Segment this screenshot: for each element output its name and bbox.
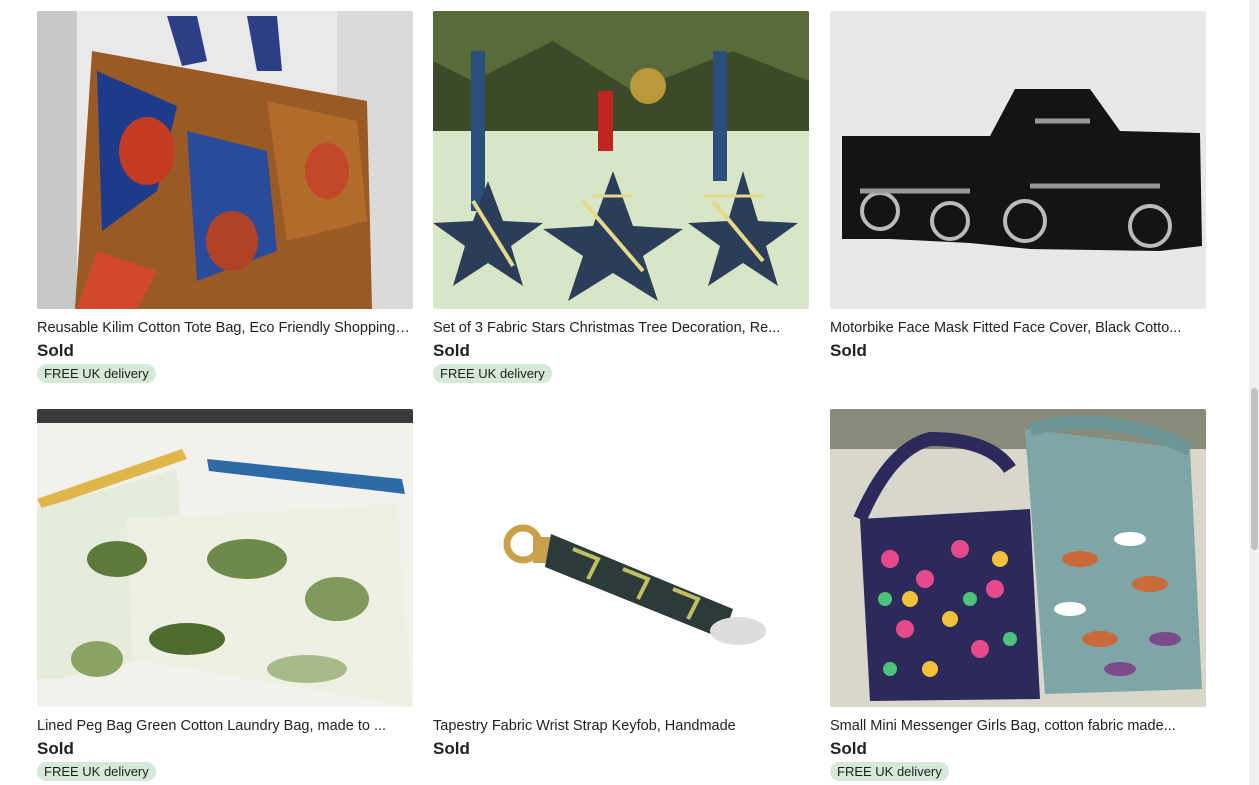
messenger-bag-photo	[830, 409, 1206, 707]
kilim-tote-bag-image[interactable]	[37, 11, 413, 309]
scrollbar-thumb[interactable]	[1251, 388, 1258, 550]
kilim-tote-bag-photo	[37, 11, 413, 309]
listing-title[interactable]: Lined Peg Bag Green Cotton Laundry Bag, …	[37, 717, 413, 735]
listing-title[interactable]: Tapestry Fabric Wrist Strap Keyfob, Hand…	[433, 717, 809, 735]
listing-price: Sold	[433, 341, 470, 360]
keyfob-photo	[433, 409, 809, 707]
peg-bag-photo	[37, 409, 413, 707]
listing-title[interactable]: Set of 3 Fabric Stars Christmas Tree Dec…	[433, 319, 809, 337]
free-delivery-badge: FREE UK delivery	[37, 364, 156, 383]
fabric-stars-image[interactable]	[433, 11, 809, 309]
peg-bag-image[interactable]	[37, 409, 413, 707]
fabric-stars-photo	[433, 11, 809, 309]
messenger-bag-image[interactable]	[830, 409, 1206, 707]
motorbike-mask-image[interactable]	[830, 11, 1206, 309]
scrollbar[interactable]	[1249, 0, 1259, 785]
listing-title[interactable]: Reusable Kilim Cotton Tote Bag, Eco Frie…	[37, 319, 413, 337]
listing-grid: Reusable Kilim Cotton Tote Bag, Eco Frie…	[0, 0, 1259, 785]
listing-title[interactable]: Small Mini Messenger Girls Bag, cotton f…	[830, 717, 1206, 735]
free-delivery-badge: FREE UK delivery	[37, 762, 156, 781]
listing-price: Sold	[37, 739, 74, 758]
listing-price: Sold	[830, 341, 867, 360]
motorbike-mask-photo	[830, 11, 1206, 309]
listing-price: Sold	[830, 739, 867, 758]
keyfob-image[interactable]	[433, 409, 809, 707]
listing-price: Sold	[433, 739, 470, 758]
listing-price: Sold	[37, 341, 74, 360]
free-delivery-badge: FREE UK delivery	[830, 762, 949, 781]
free-delivery-badge: FREE UK delivery	[433, 364, 552, 383]
listing-title[interactable]: Motorbike Face Mask Fitted Face Cover, B…	[830, 319, 1206, 337]
